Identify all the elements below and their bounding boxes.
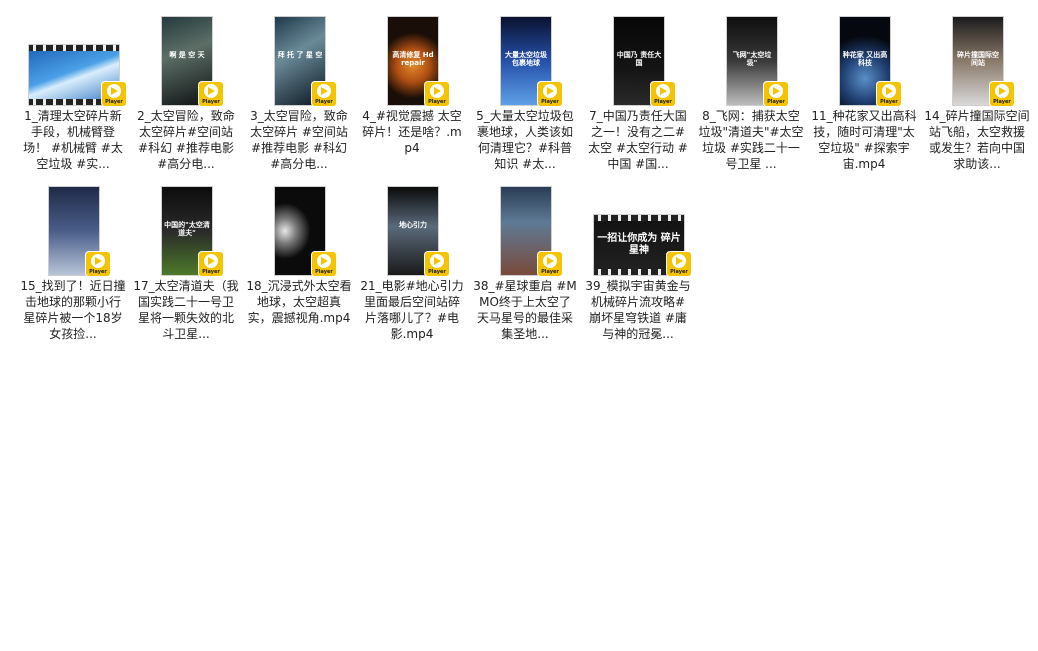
file-item[interactable]: Player 15_找到了！近日撞击地球的那颗小行星碎片被一个18岁女孩捡... — [18, 172, 128, 342]
file-name: 17_太空清道夫（我国实践二十一号卫星将一颗失效的北斗卫星... — [133, 279, 239, 341]
file-name: 4_#视觉震撼 太空碎片！还是啥？.mp4 — [362, 109, 462, 155]
thumbnail-text: 碎片撞国际空间站 — [957, 51, 999, 67]
play-icon: Player — [538, 82, 562, 106]
thumbnail-text: 种花家 又出高科技 — [842, 51, 888, 67]
file-name: 11_种花家又出高科技，随时可清理"太空垃圾" #探索宇宙.mp4 — [811, 109, 917, 171]
thumbnail-text: 中国乃 责任大国 — [616, 51, 662, 67]
play-icon: Player — [425, 252, 449, 276]
play-icon: Player — [877, 82, 901, 106]
file-item[interactable]: 飞网"太空垃圾" Player 8_飞网：捕获太空垃圾"清道夫"#太空垃圾 #实践二… — [696, 2, 806, 172]
player-badge-label: Player — [315, 99, 333, 105]
file-thumbnail-area: 地心引力 Player — [357, 180, 467, 276]
play-icon: Player — [102, 82, 126, 106]
file-item[interactable]: 碎片撞国际空间站 Player 14_碎片撞国际空间站飞船，太空救援或发生？若向中国… — [922, 2, 1032, 172]
file-thumbnail-area: 啊 是 空 天 Player — [131, 10, 241, 106]
file-name: 2_太空冒险，致命太空碎片#空间站 #科幻 #推荐电影 #高分电... — [137, 109, 235, 171]
thumbnail-text: 拜 托 了 星 空 — [277, 51, 323, 59]
player-badge-label: Player — [105, 99, 123, 105]
play-icon: Player — [199, 82, 223, 106]
player-badge-label: Player — [670, 269, 688, 275]
file-item[interactable]: Player 1_清理太空碎片新手段，机械臂登场！ #机械臂 #太空垃圾 #实..… — [18, 2, 128, 172]
file-name: 5_大量太空垃圾包裹地球，人类该如何清理它？#科普知识 #太... — [476, 109, 574, 171]
file-thumbnail-area: 高清修复 Hd repair Player — [357, 10, 467, 106]
file-item[interactable]: 中国乃 责任大国 Player 7_中国乃责任大国之一！没有之二#太空 #太空行动 … — [583, 2, 693, 172]
player-badge-label: Player — [541, 269, 559, 275]
player-badge-label: Player — [202, 99, 220, 105]
file-name: 14_碎片撞国际空间站飞船，太空救援或发生？若向中国求助该... — [924, 109, 1030, 171]
play-icon: Player — [538, 252, 562, 276]
thumbnail-text: 高清修复 Hd repair — [392, 51, 434, 67]
player-badge-label: Player — [767, 99, 785, 105]
file-thumbnail-area: 大量太空垃圾 包裹地球 Player — [470, 10, 580, 106]
file-thumbnail-area: 种花家 又出高科技 Player — [809, 10, 919, 106]
play-icon: Player — [86, 252, 110, 276]
thumbnail-text: 中国的"太空清道夫" — [164, 221, 210, 237]
player-badge-label: Player — [315, 269, 333, 275]
player-badge-label: Player — [202, 269, 220, 275]
file-thumbnail-area: 一招让你成为 碎片星神 Player — [583, 180, 693, 276]
player-badge-label: Player — [89, 269, 107, 275]
file-name: 8_飞网：捕获太空垃圾"清道夫"#太空垃圾 #实践二十一号卫星 ... — [698, 109, 804, 171]
file-thumbnail-area: 中国乃 责任大国 Player — [583, 10, 693, 106]
player-badge-label: Player — [428, 269, 446, 275]
play-icon: Player — [651, 82, 675, 106]
file-thumbnail-area: 拜 托 了 星 空 Player — [244, 10, 354, 106]
file-item[interactable]: 拜 托 了 星 空 Player 3_太空冒险，致命太空碎片 #空间站 #推荐电影 … — [244, 2, 354, 172]
file-thumbnail-area: Player — [18, 10, 128, 106]
player-badge-label: Player — [541, 99, 559, 105]
file-item[interactable]: Player 18_沉浸式外太空看地球，太空超真实，震撼视角.mp4 — [244, 172, 354, 342]
file-item[interactable]: 地心引力 Player 21_电影#地心引力 里面最后空间站碎片落哪儿了？#电影.m… — [357, 172, 467, 342]
play-icon: Player — [764, 82, 788, 106]
player-badge-label: Player — [428, 99, 446, 105]
file-thumbnail-area: 碎片撞国际空间站 Player — [922, 10, 1032, 106]
file-thumbnail-area: Player — [470, 180, 580, 276]
file-name: 38_#星球重启 #MMO终于上太空了 天马星号的最佳采集圣地... — [473, 279, 577, 341]
thumbnail-text: 啊 是 空 天 — [169, 51, 205, 59]
play-icon: Player — [312, 82, 336, 106]
file-item[interactable]: 大量太空垃圾 包裹地球 Player 5_大量太空垃圾包裹地球，人类该如何清理它？#… — [470, 2, 580, 172]
play-icon: Player — [425, 82, 449, 106]
player-badge-label: Player — [654, 99, 672, 105]
play-icon: Player — [667, 252, 691, 276]
file-item[interactable]: 种花家 又出高科技 Player 11_种花家又出高科技，随时可清理"太空垃圾" #… — [809, 2, 919, 172]
file-name: 3_太空冒险，致命太空碎片 #空间站 #推荐电影 #科幻 #高分电... — [250, 109, 348, 171]
file-name: 18_沉浸式外太空看地球，太空超真实，震撼视角.mp4 — [246, 279, 352, 325]
file-name: 15_找到了！近日撞击地球的那颗小行星碎片被一个18岁女孩捡... — [20, 279, 126, 341]
thumbnail-text: 地心引力 — [399, 221, 427, 229]
file-name: 39_模拟宇宙黄金与机械碎片流攻略#崩坏星穹铁道 #庸与神的冠冕... — [585, 279, 691, 341]
thumbnail-text: 飞网"太空垃圾" — [732, 51, 772, 67]
file-grid: Player 1_清理太空碎片新手段，机械臂登场！ #机械臂 #太空垃圾 #实..… — [0, 0, 1038, 651]
file-item[interactable]: 一招让你成为 碎片星神 Player 39_模拟宇宙黄金与机械碎片流攻略#崩坏星穹铁… — [583, 172, 693, 342]
player-badge-label: Player — [880, 99, 898, 105]
file-thumbnail-area: 飞网"太空垃圾" Player — [696, 10, 806, 106]
file-item[interactable]: 高清修复 Hd repair Player 4_#视觉震撼 太空碎片！还是啥？.mp… — [357, 2, 467, 172]
file-name: 7_中国乃责任大国之一！没有之二#太空 #太空行动 #中国 #国... — [588, 109, 688, 171]
file-item[interactable]: 中国的"太空清道夫" Player 17_太空清道夫（我国实践二十一号卫星将一颗失效… — [131, 172, 241, 342]
file-item[interactable]: Player 38_#星球重启 #MMO终于上太空了 天马星号的最佳采集圣地... — [470, 172, 580, 342]
file-name: 21_电影#地心引力 里面最后空间站碎片落哪儿了？#电影.mp4 — [360, 279, 464, 341]
player-badge-label: Player — [993, 99, 1011, 105]
file-name: 1_清理太空碎片新手段，机械臂登场！ #机械臂 #太空垃圾 #实... — [23, 109, 123, 171]
file-thumbnail-area: Player — [244, 180, 354, 276]
file-thumbnail-area: Player — [18, 180, 128, 276]
play-icon: Player — [990, 82, 1014, 106]
file-thumbnail-area: 中国的"太空清道夫" Player — [131, 180, 241, 276]
play-icon: Player — [312, 252, 336, 276]
file-item[interactable]: 啊 是 空 天 Player 2_太空冒险，致命太空碎片#空间站 #科幻 #推荐电影… — [131, 2, 241, 172]
play-icon: Player — [199, 252, 223, 276]
thumbnail-text: 大量太空垃圾 包裹地球 — [505, 51, 547, 67]
